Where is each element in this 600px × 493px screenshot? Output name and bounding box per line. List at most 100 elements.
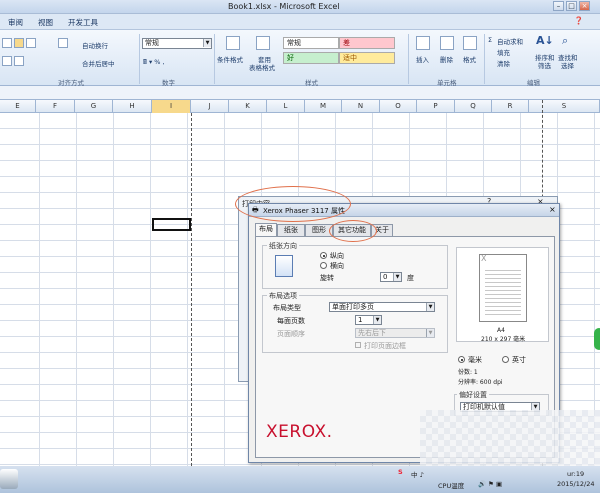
style-normal[interactable]: 常规 bbox=[283, 37, 339, 49]
ribbon-separator bbox=[139, 34, 140, 84]
column-header[interactable]: K bbox=[229, 100, 267, 113]
style-bad[interactable]: 差 bbox=[339, 37, 395, 49]
column-header[interactable]: P bbox=[417, 100, 455, 113]
xerox-logo: XEROX. bbox=[266, 422, 333, 442]
column-header[interactable]: O bbox=[380, 100, 417, 113]
portrait-label: 纵向 bbox=[330, 252, 344, 260]
format-button[interactable]: 格式 bbox=[463, 54, 476, 64]
antivirus-icon[interactable]: S bbox=[398, 468, 403, 476]
column-header[interactable]: L bbox=[267, 100, 305, 113]
style-neutral[interactable]: 适中 bbox=[339, 52, 395, 64]
conditional-format-icon[interactable] bbox=[226, 36, 240, 50]
find-select-button-line2[interactable]: 选择 bbox=[561, 60, 574, 70]
page-break-line bbox=[191, 113, 192, 466]
chevron-down-icon: ▼ bbox=[426, 303, 434, 311]
unit-mm-radio[interactable] bbox=[458, 356, 465, 363]
tab-view[interactable]: 视图 bbox=[38, 17, 53, 28]
paper-size: 210 x 297 毫米 bbox=[481, 336, 526, 343]
landscape-label: 横向 bbox=[330, 262, 344, 270]
column-header[interactable]: F bbox=[36, 100, 75, 113]
pages-per-side-label: 每面页数 bbox=[277, 317, 305, 325]
column-header[interactable]: E bbox=[0, 100, 36, 113]
delete-cells-icon[interactable] bbox=[440, 36, 454, 50]
column-header-selected[interactable]: I bbox=[152, 100, 191, 113]
column-header[interactable]: N bbox=[342, 100, 380, 113]
column-header[interactable]: R bbox=[492, 100, 529, 113]
blurred-region bbox=[420, 410, 600, 466]
landscape-radio[interactable] bbox=[320, 262, 327, 269]
autosum-button[interactable]: 自动求和 bbox=[497, 36, 523, 46]
tab-review[interactable]: 审阅 bbox=[8, 17, 23, 28]
wrap-text-button[interactable]: 自动换行 bbox=[82, 40, 108, 50]
align-right-icon[interactable] bbox=[26, 38, 36, 48]
column-header[interactable]: J bbox=[191, 100, 229, 113]
tab-paper[interactable]: 纸张 bbox=[277, 224, 305, 236]
sort-filter-button-line2[interactable]: 筛选 bbox=[538, 60, 551, 70]
clock-time: ur:19 bbox=[567, 470, 585, 478]
style-good[interactable]: 好 bbox=[283, 52, 339, 64]
indent-increase-icon[interactable] bbox=[14, 56, 24, 66]
paper-preview bbox=[479, 254, 527, 322]
unit-inch-label: 英寸 bbox=[512, 356, 526, 364]
side-widget[interactable] bbox=[594, 328, 600, 350]
resolution-text: 分辨率: 600 dpi bbox=[458, 379, 503, 386]
column-header[interactable]: M bbox=[305, 100, 342, 113]
print-border-label: 打印页面边框 bbox=[364, 342, 406, 350]
page-preview: X A4 210 x 297 毫米 bbox=[456, 247, 549, 343]
help-icon[interactable]: ❓ bbox=[574, 16, 583, 25]
copies-text: 份数: 1 bbox=[458, 369, 478, 376]
favorites-legend: 偏好设置 bbox=[457, 390, 489, 400]
pages-per-side-select[interactable]: 1 ▼ bbox=[355, 315, 382, 325]
insert-button[interactable]: 插入 bbox=[416, 54, 429, 64]
indent-decrease-icon[interactable] bbox=[2, 56, 12, 66]
clear-button[interactable]: 清除 bbox=[497, 58, 510, 68]
ribbon-tabs: 审阅 视图 开发工具 ❓ bbox=[0, 14, 600, 30]
minimize-button[interactable]: – bbox=[553, 1, 564, 11]
portrait-radio[interactable] bbox=[320, 252, 327, 259]
rotate-select[interactable]: 0 ▼ bbox=[380, 272, 402, 282]
cpu-temp-label: CPU温度 bbox=[438, 482, 465, 490]
delete-button[interactable]: 删除 bbox=[440, 54, 453, 64]
start-icon[interactable] bbox=[0, 469, 18, 489]
format-cells-icon[interactable] bbox=[463, 36, 477, 50]
taskbar: S 中 ♪ CPU温度 🔊 ⚑ ▣ ur:19 2015/12/24 bbox=[0, 466, 600, 493]
print-border-checkbox bbox=[355, 342, 361, 348]
conditional-format-button[interactable]: 条件格式 bbox=[217, 54, 243, 64]
tab-developer[interactable]: 开发工具 bbox=[68, 17, 98, 28]
autosum-icon: Σ bbox=[488, 36, 493, 44]
align-left-icon[interactable] bbox=[2, 38, 12, 48]
table-format-button-line2[interactable]: 表格格式 bbox=[249, 62, 275, 72]
fill-button[interactable]: 填充 bbox=[497, 47, 510, 57]
clock-date: 2015/12/24 bbox=[557, 480, 595, 488]
column-header[interactable]: S bbox=[529, 100, 600, 113]
close-icon[interactable]: × bbox=[549, 205, 556, 214]
chevron-down-icon: ▼ bbox=[203, 39, 211, 47]
layout-type-select[interactable]: 单面打印多页 ▼ bbox=[329, 302, 435, 312]
annotation-circle-tab bbox=[329, 220, 377, 242]
layout-options-legend: 布局选项 bbox=[267, 291, 299, 301]
column-header[interactable]: Q bbox=[455, 100, 492, 113]
input-method-icon[interactable]: 中 ♪ bbox=[411, 469, 424, 479]
maximize-button[interactable]: □ bbox=[566, 1, 577, 11]
table-format-icon[interactable] bbox=[256, 36, 270, 50]
merge-center-button[interactable]: 合并后居中 bbox=[82, 58, 115, 68]
number-format-select[interactable]: 常规 ▼ bbox=[142, 38, 212, 49]
orientation-icon[interactable] bbox=[58, 38, 68, 48]
tray-icons[interactable]: 🔊 ⚑ ▣ bbox=[478, 480, 502, 488]
column-header[interactable]: H bbox=[113, 100, 152, 113]
unit-inch-radio[interactable] bbox=[502, 356, 509, 363]
paper-x-mark: X bbox=[481, 254, 487, 263]
active-cell[interactable] bbox=[152, 218, 191, 231]
annotation-circle-title bbox=[235, 186, 351, 222]
formula-bar[interactable] bbox=[0, 86, 600, 100]
layout-type-label: 布局类型 bbox=[273, 304, 301, 312]
tab-layout[interactable]: 布局 bbox=[255, 223, 277, 236]
currency-format-icon[interactable]: 🖩 ▾ % , bbox=[143, 58, 165, 69]
insert-cells-icon[interactable] bbox=[416, 36, 430, 50]
align-center-icon[interactable] bbox=[14, 38, 24, 48]
unit-mm-label: 毫米 bbox=[468, 356, 482, 364]
column-header[interactable]: G bbox=[75, 100, 113, 113]
column-headers: E F G H I J K L M N O P Q R S bbox=[0, 100, 600, 113]
chevron-down-icon: ▼ bbox=[373, 316, 381, 324]
close-button[interactable]: × bbox=[579, 1, 590, 11]
